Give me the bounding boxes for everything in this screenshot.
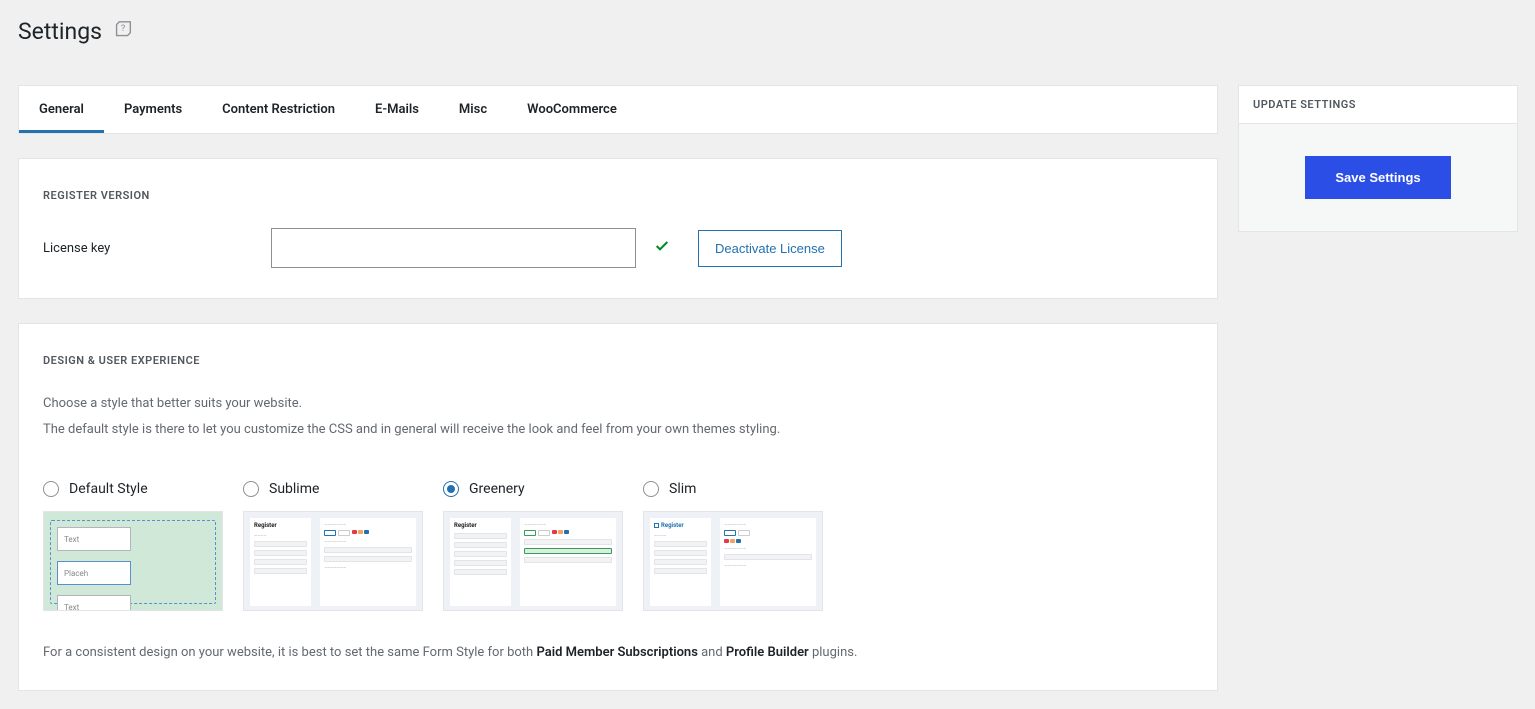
style-option-greenery[interactable]: Greenery Register ——————— bbox=[443, 481, 623, 611]
design-heading: DESIGN & USER EXPERIENCE bbox=[43, 354, 1193, 367]
page-title: Settings bbox=[18, 18, 102, 45]
style-options: Default Style Text Placeh Text Text bbox=[43, 481, 1193, 611]
license-key-input[interactable] bbox=[271, 228, 636, 268]
register-version-panel: REGISTER VERSION License key Deactivate … bbox=[18, 158, 1218, 299]
save-settings-button[interactable]: Save Settings bbox=[1305, 156, 1450, 199]
design-desc-1: Choose a style that better suits your we… bbox=[43, 393, 1193, 415]
design-panel: DESIGN & USER EXPERIENCE Choose a style … bbox=[18, 323, 1218, 691]
help-icon[interactable]: ? bbox=[112, 19, 134, 45]
settings-tabs: General Payments Content Restriction E-M… bbox=[18, 85, 1218, 134]
page-header: Settings ? bbox=[18, 18, 1517, 45]
license-key-label: License key bbox=[43, 241, 253, 256]
design-desc-2: The default style is there to let you cu… bbox=[43, 419, 1193, 441]
radio-default[interactable] bbox=[43, 481, 59, 497]
tab-woocommerce[interactable]: WooCommerce bbox=[507, 86, 637, 133]
tab-content-restriction[interactable]: Content Restriction bbox=[202, 86, 355, 133]
preview-greenery: Register ——————— bbox=[443, 511, 623, 611]
style-label-default: Default Style bbox=[69, 481, 148, 497]
style-option-sublime[interactable]: Sublime Register ———— ——————— ——————— bbox=[243, 481, 423, 611]
tab-misc[interactable]: Misc bbox=[439, 86, 507, 133]
style-option-slim[interactable]: Slim Register ———— ——————— ——————— bbox=[643, 481, 823, 611]
check-icon bbox=[654, 238, 670, 258]
register-heading: REGISTER VERSION bbox=[43, 189, 1193, 202]
preview-sublime: Register ———— ——————— ——————— ——————— bbox=[243, 511, 423, 611]
tab-general[interactable]: General bbox=[19, 86, 104, 133]
style-label-slim: Slim bbox=[669, 481, 696, 497]
radio-sublime[interactable] bbox=[243, 481, 259, 497]
deactivate-license-button[interactable]: Deactivate License bbox=[698, 230, 842, 267]
style-option-default[interactable]: Default Style Text Placeh Text Text bbox=[43, 481, 223, 611]
tab-emails[interactable]: E-Mails bbox=[355, 86, 439, 133]
preview-slim: Register ———— ——————— ——————— ——————— bbox=[643, 511, 823, 611]
radio-slim[interactable] bbox=[643, 481, 659, 497]
style-label-sublime: Sublime bbox=[269, 481, 319, 497]
update-settings-heading: UPDATE SETTINGS bbox=[1239, 86, 1517, 124]
svg-text:?: ? bbox=[121, 23, 125, 33]
style-label-greenery: Greenery bbox=[469, 481, 525, 497]
design-footnote: For a consistent design on your website,… bbox=[43, 645, 1193, 660]
update-settings-panel: UPDATE SETTINGS Save Settings bbox=[1238, 85, 1518, 232]
tab-payments[interactable]: Payments bbox=[104, 86, 202, 133]
radio-greenery[interactable] bbox=[443, 481, 459, 497]
preview-default: Text Placeh Text Text bbox=[43, 511, 223, 611]
